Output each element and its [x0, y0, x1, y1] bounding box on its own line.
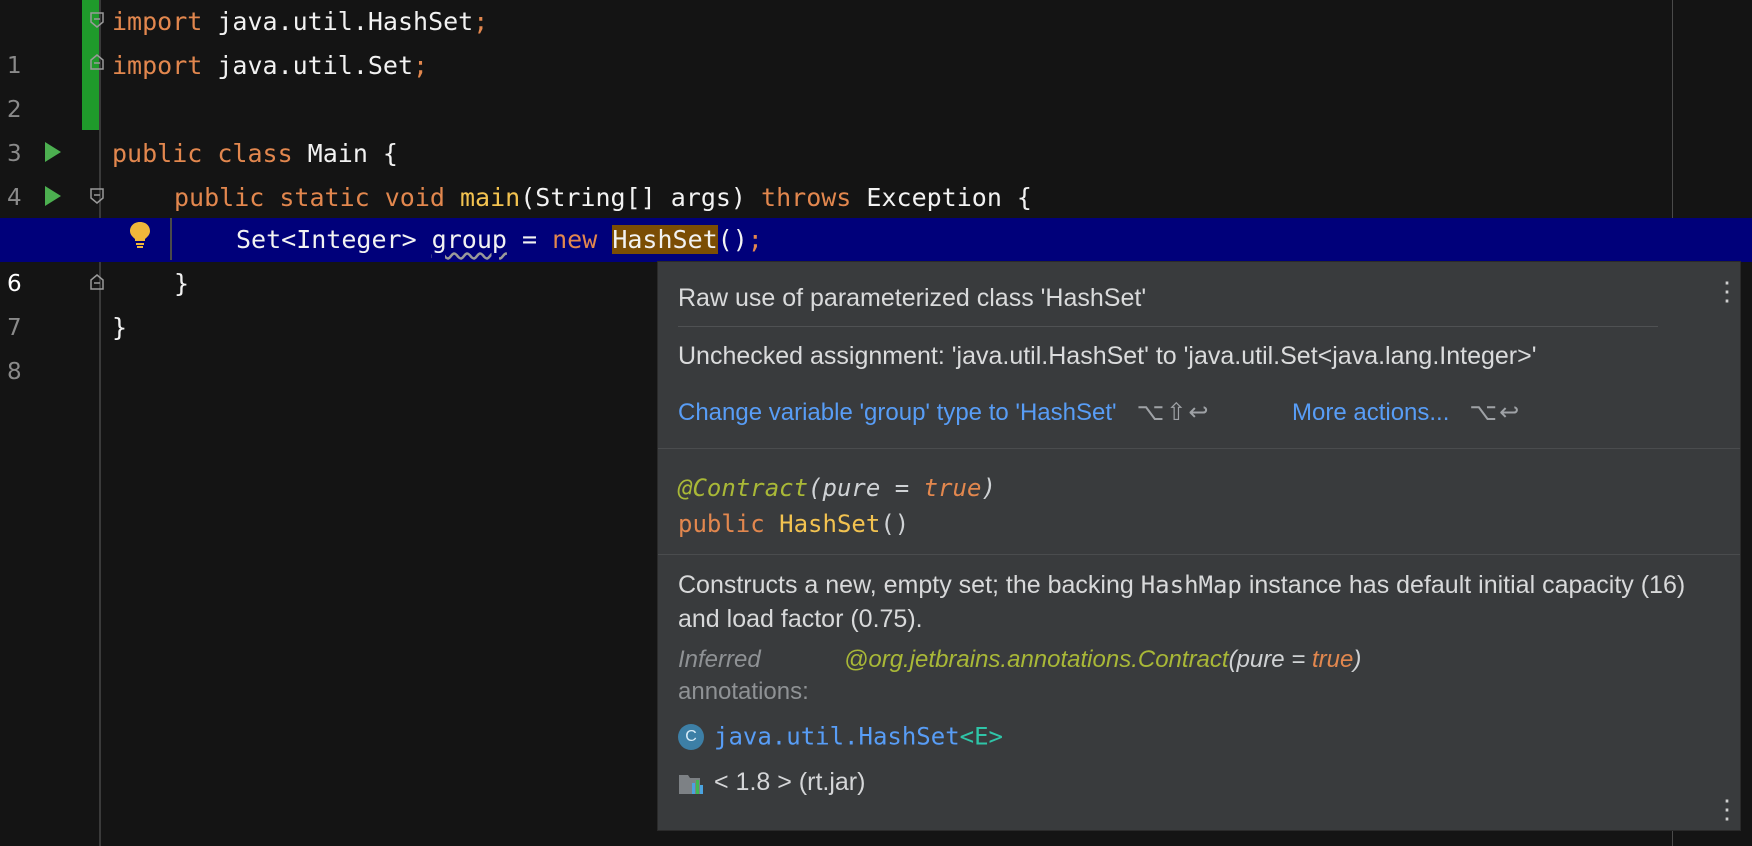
doc-description: Constructs a new, empty set; the backing…	[678, 568, 1698, 636]
label-line: annotations:	[678, 678, 809, 705]
code-line-6[interactable]: 6 Set<Integer> group = new HashSet();	[0, 218, 1752, 297]
label-line: Inferred	[678, 646, 761, 673]
code-text: ()	[717, 225, 748, 254]
class-reference[interactable]: Cjava.util.HashSet<E>	[678, 722, 1003, 751]
fold-icon[interactable]	[90, 54, 104, 70]
indent-guide	[170, 218, 172, 260]
annotation-value: true	[1311, 646, 1354, 673]
paren: )	[981, 474, 996, 502]
lightbulb-icon[interactable]	[127, 220, 153, 250]
desc-text: Constructs a new, empty set; the backing	[678, 571, 1141, 599]
code-text: }	[112, 313, 128, 342]
class-link[interactable]: java.util.HashSet	[714, 723, 960, 751]
variable-warning[interactable]: group	[432, 225, 507, 254]
inferred-annotation: @org.jetbrains.annotations.Contract(pure…	[844, 644, 1361, 676]
method-name: main	[460, 183, 521, 212]
paren: (	[1228, 646, 1237, 673]
code-line-2[interactable]: 2 import java.util.Set;	[0, 44, 1752, 123]
method-signature: @Contract(pure = true) public HashSet()	[678, 470, 996, 542]
annotation-name: @org.jetbrains.annotations.Contract	[844, 646, 1229, 673]
fix-shortcut: ⌥⇧↩	[1136, 399, 1211, 426]
divider	[658, 554, 1740, 555]
annotation-value: true	[923, 474, 982, 502]
library-icon	[679, 775, 703, 795]
code-text: =	[506, 225, 553, 254]
semicolon: ;	[747, 225, 763, 254]
popup-title: Raw use of parameterized class 'HashSet'	[678, 284, 1147, 312]
line-number: 8	[7, 359, 22, 385]
annotation-param: pure =	[1236, 646, 1312, 673]
code-text: Main {	[292, 139, 398, 168]
divider	[658, 448, 1740, 449]
constructor-name: HashSet	[779, 510, 881, 538]
keyword: public class	[112, 139, 293, 168]
library-info: < 1.8 > (rt.jar)	[678, 768, 865, 797]
annotation-name: @Contract	[678, 474, 809, 502]
code-text: java.util.HashSet	[202, 7, 474, 36]
paren: (	[808, 474, 823, 502]
fold-icon[interactable]	[90, 188, 104, 204]
code-text: (String[] args)	[520, 183, 762, 212]
class-generic: <E>	[959, 722, 1003, 751]
popup-message: Unchecked assignment: 'java.util.HashSet…	[678, 342, 1537, 370]
library-text: < 1.8 > (rt.jar)	[714, 768, 866, 796]
more-options-icon[interactable]: ⋮	[1714, 278, 1740, 304]
code-line-4[interactable]: 4 public class Main {	[0, 132, 1752, 211]
paren: ()	[880, 510, 910, 538]
inferred-annotations-label: Inferred annotations:	[678, 644, 828, 708]
more-actions-link[interactable]: More actions...	[1292, 399, 1449, 426]
desc-code: HashMap	[1140, 571, 1242, 599]
semicolon: ;	[413, 51, 429, 80]
code-text: Exception {	[851, 183, 1032, 212]
fold-icon[interactable]	[90, 274, 104, 290]
semicolon: ;	[473, 7, 489, 36]
keyword: throws	[761, 183, 852, 212]
more-actions-shortcut: ⌥↩	[1469, 399, 1522, 426]
fold-icon[interactable]	[90, 12, 104, 28]
run-icon[interactable]	[45, 142, 61, 162]
run-icon[interactable]	[45, 186, 61, 206]
keyword: import	[112, 7, 203, 36]
code-text: Set<Integer>	[236, 225, 432, 254]
keyword: public static void	[174, 183, 445, 212]
keyword: new	[552, 225, 598, 254]
code-text: }	[174, 269, 190, 298]
inspection-popup[interactable]: ⋮ Raw use of parameterized class 'HashSe…	[658, 262, 1740, 830]
class-icon: C	[678, 723, 704, 750]
paren: )	[1353, 646, 1362, 673]
annotation-param: pure =	[822, 474, 924, 502]
keyword: import	[112, 51, 203, 80]
code-text: java.util.Set	[202, 51, 414, 80]
more-options-icon[interactable]: ⋮	[1714, 796, 1740, 822]
keyword: public	[678, 510, 765, 538]
change-type-action[interactable]: Change variable 'group' type to 'HashSet…	[678, 399, 1117, 426]
code-line-3[interactable]: 3	[0, 88, 1752, 167]
code-line-1[interactable]: 1 import java.util.HashSet;	[0, 0, 1752, 79]
divider	[678, 326, 1658, 327]
highlighted-class[interactable]: HashSet	[612, 225, 718, 254]
code-line-5[interactable]: 5 public static void main(String[] args)…	[0, 176, 1752, 255]
